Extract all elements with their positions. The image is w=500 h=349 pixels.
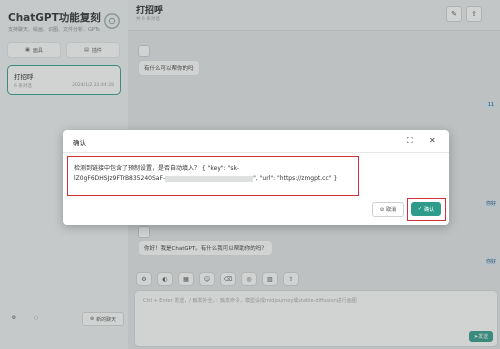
cancel-button[interactable]: ⊘ 取消 bbox=[372, 202, 404, 217]
app-window: ChatGPT功能复刻 支持聊天、绘画、识图、文件分析、GPTs ▣ 面具 ▤ … bbox=[0, 0, 500, 349]
message-lead: 检测到链接中包含了预制设置，是否自动填入？ { "key": "sk- bbox=[74, 165, 240, 172]
confirm-label: 确认 bbox=[424, 206, 435, 213]
confirm-button[interactable]: ✓ 确认 bbox=[411, 202, 441, 216]
cancel-label: 取消 bbox=[386, 207, 397, 213]
fullscreen-icon[interactable]: ⛶ bbox=[407, 136, 413, 146]
cancel-icon: ⊘ bbox=[379, 206, 385, 213]
close-icon[interactable]: ✕ bbox=[429, 136, 436, 145]
confirm-dialog: 确认 ⛶ ✕ 检测到链接中包含了预制设置，是否自动填入？ { "key": "s… bbox=[63, 130, 449, 225]
dialog-message: 检测到链接中包含了预制设置，是否自动填入？ { "key": "sk- lZ0g… bbox=[74, 164, 354, 184]
dialog-header: 确认 ⛶ ✕ bbox=[63, 130, 449, 153]
message-tail: ", "url": "https://zmgpt.cc" } bbox=[253, 175, 338, 182]
check-icon: ✓ bbox=[417, 206, 423, 212]
highlighted-message-box: 检测到链接中包含了预制设置，是否自动填入？ { "key": "sk- lZ0g… bbox=[67, 156, 359, 196]
confirm-highlight: ✓ 确认 bbox=[407, 198, 446, 221]
dialog-title: 确认 bbox=[73, 139, 86, 147]
message-key-part: lZ0gF6DHSJz9FTrB835240SaF- bbox=[74, 175, 166, 182]
redacted-key bbox=[165, 175, 254, 182]
